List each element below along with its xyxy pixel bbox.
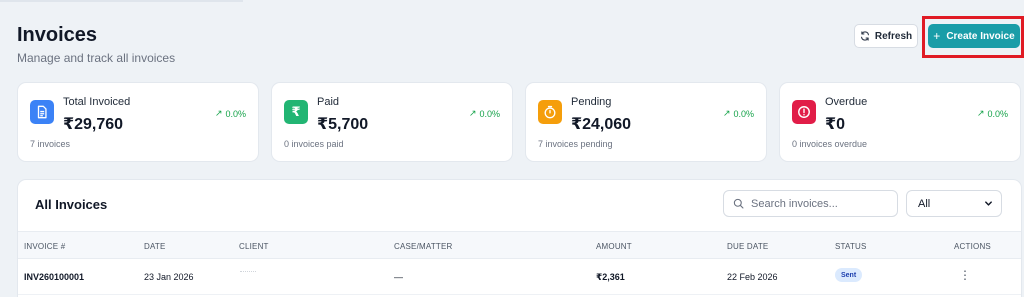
document-icon (30, 100, 54, 124)
stat-footnote: 0 invoices paid (284, 139, 344, 149)
refresh-icon (860, 31, 869, 41)
refresh-button-label: Refresh (874, 30, 913, 42)
page-title: Invoices (17, 24, 98, 46)
column-header-date[interactable]: DATE (144, 242, 166, 251)
page-subtitle: Manage and track all invoices (17, 51, 176, 65)
column-header-due-date[interactable]: DUE DATE (727, 242, 768, 251)
cell-date: 23 Jan 2026 (144, 272, 194, 282)
column-header-amount[interactable]: AMOUNT (596, 242, 632, 251)
stat-trend-value: 0.0% (479, 108, 500, 119)
column-header-client[interactable]: CLIENT (239, 242, 269, 251)
status-badge: Sent (835, 268, 863, 282)
stat-value: ₹5,700 (317, 116, 369, 133)
trend-up-icon: ↗ (976, 108, 985, 118)
search-box[interactable] (723, 190, 898, 217)
stat-footnote: 7 invoices (30, 139, 71, 149)
stat-footnote: 0 invoices overdue (792, 139, 868, 149)
cell-case: — (394, 272, 403, 282)
stat-trend-value: 0.0% (733, 108, 754, 119)
table-header: INVOICE # DATE CLIENT CASE/MATTER AMOUNT… (18, 231, 1021, 259)
stat-card-paid: ₹ Paid ₹5,700 ↗ 0.0% 0 invoices paid (271, 82, 513, 162)
trend-up-icon: ↗ (468, 108, 477, 118)
stat-label: Total Invoiced (63, 96, 131, 108)
status-filter-value: All (918, 197, 931, 210)
stat-trend: ↗ 0.0% (469, 108, 500, 119)
cell-amount: ₹2,361 (596, 272, 625, 282)
status-filter-select[interactable]: All (906, 190, 1002, 217)
search-icon (733, 198, 744, 209)
column-header-invoice[interactable]: INVOICE # (24, 242, 65, 251)
stat-value: ₹29,760 (63, 116, 124, 133)
stat-trend: ↗ 0.0% (723, 108, 754, 119)
plus-icon: + (933, 29, 941, 43)
search-input[interactable] (751, 197, 891, 210)
timer-icon (538, 100, 562, 124)
stat-trend: ↗ 0.0% (977, 108, 1008, 119)
cell-invoice-number[interactable]: INV260100001 (24, 272, 84, 282)
cell-client-placeholder (240, 271, 256, 272)
column-header-status[interactable]: STATUS (835, 242, 867, 251)
table-title: All Invoices (35, 197, 108, 212)
invoices-table-card: All Invoices All INVOICE # DATE CLIENT C… (17, 179, 1022, 297)
top-divider (0, 0, 243, 2)
stat-value: ₹0 (825, 116, 846, 133)
more-actions-icon[interactable]: ⋮ (959, 269, 971, 281)
chevron-down-icon (985, 201, 992, 206)
stat-trend-value: 0.0% (987, 108, 1008, 119)
stat-label: Pending (571, 96, 612, 108)
stat-card-total-invoiced: Total Invoiced ₹29,760 ↗ 0.0% 7 invoices (17, 82, 259, 162)
stat-value: ₹24,060 (571, 116, 632, 133)
stat-trend-value: 0.0% (225, 108, 246, 119)
refresh-button[interactable]: Refresh (854, 24, 918, 48)
column-header-actions: ACTIONS (954, 242, 991, 251)
column-header-case[interactable]: CASE/MATTER (394, 242, 453, 251)
trend-up-icon: ↗ (214, 108, 223, 118)
alert-icon (792, 100, 816, 124)
stat-card-overdue: Overdue ₹0 ↗ 0.0% 0 invoices overdue (779, 82, 1021, 162)
create-invoice-button[interactable]: + Create Invoice (928, 24, 1020, 48)
cell-due-date: 22 Feb 2026 (727, 272, 778, 282)
rupee-icon: ₹ (284, 100, 308, 124)
stat-footnote: 7 invoices pending (538, 139, 613, 149)
create-invoice-button-label: Create Invoice (946, 30, 1015, 42)
stat-trend: ↗ 0.0% (215, 108, 246, 119)
table-row[interactable]: INV260100001 23 Jan 2026 — ₹2,361 22 Feb… (18, 259, 1021, 295)
trend-up-icon: ↗ (722, 108, 731, 118)
stat-card-pending: Pending ₹24,060 ↗ 0.0% 7 invoices pendin… (525, 82, 767, 162)
stat-label: Overdue (825, 96, 868, 108)
stat-label: Paid (317, 96, 340, 108)
